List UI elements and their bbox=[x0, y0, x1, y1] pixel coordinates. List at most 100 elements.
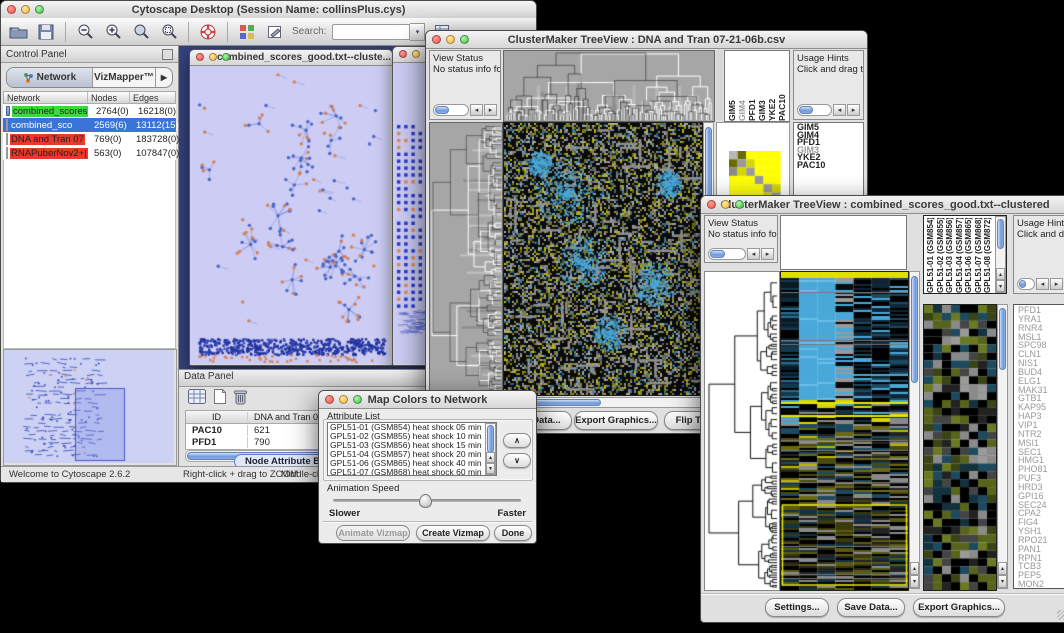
global-heatmap-canvas[interactable] bbox=[503, 122, 703, 396]
scroll-down-icon[interactable]: ▾ bbox=[910, 575, 919, 588]
column-label[interactable]: GPL51-04 (GSM857) bbox=[955, 218, 965, 293]
column-labels-scrollbar[interactable]: ▴▾ bbox=[995, 216, 1006, 293]
scroll-right-icon[interactable]: ▸ bbox=[1050, 278, 1063, 290]
scroll-right-icon[interactable]: ▸ bbox=[761, 248, 774, 260]
column-header-edges[interactable]: Edges bbox=[130, 92, 175, 103]
network-tree-row[interactable]: combined_scores 2764(0) 16218(0) bbox=[3, 104, 176, 118]
row-dendrogram-canvas[interactable] bbox=[429, 122, 503, 396]
minimize-button[interactable] bbox=[339, 395, 348, 404]
column-label[interactable]: GPL51-06 (GSM865) bbox=[964, 218, 974, 293]
move-down-button[interactable]: ∨ bbox=[503, 453, 531, 468]
zoom-heatmap-canvas[interactable] bbox=[923, 304, 997, 591]
scrollbar-thumb[interactable] bbox=[487, 425, 494, 453]
scrollbar-thumb[interactable] bbox=[710, 250, 725, 258]
scroll-left-icon[interactable]: ◂ bbox=[1036, 278, 1049, 290]
zoom-button[interactable] bbox=[353, 395, 362, 404]
float-panel-icon[interactable] bbox=[162, 49, 173, 60]
resize-grip[interactable] bbox=[1057, 610, 1064, 620]
network-tree-row[interactable]: RNAPuberNov2+| 563(0) 107847(0) bbox=[3, 146, 176, 160]
gene-label[interactable]: MON2 bbox=[1018, 580, 1064, 589]
minimize-button[interactable] bbox=[209, 53, 217, 61]
scroll-right-icon[interactable]: ▸ bbox=[484, 104, 497, 116]
done-button[interactable]: Done bbox=[494, 525, 532, 541]
scroll-up-icon[interactable]: ▴ bbox=[996, 268, 1005, 280]
column-label[interactable]: GPL51-02 (GSM855) bbox=[936, 218, 946, 293]
annotation-tool-icon[interactable] bbox=[264, 21, 286, 43]
scrollbar-thumb[interactable] bbox=[997, 219, 1004, 249]
search-dropdown-icon[interactable]: ▾ bbox=[410, 23, 425, 41]
column-header-id[interactable]: ID bbox=[186, 412, 248, 422]
minimize-button[interactable] bbox=[21, 5, 30, 14]
minimize-button[interactable] bbox=[412, 50, 420, 58]
scroll-up-icon[interactable]: ▴ bbox=[910, 562, 919, 575]
scrollbar-thumb[interactable] bbox=[999, 308, 1006, 370]
scroll-up-icon[interactable]: ▴ bbox=[486, 452, 495, 463]
zoom-selected-icon[interactable] bbox=[130, 21, 152, 43]
row-dendrogram-canvas[interactable] bbox=[704, 271, 780, 591]
create-vizmap-button[interactable]: Create Vizmap bbox=[416, 525, 490, 541]
scrollbar-thumb[interactable] bbox=[1019, 280, 1026, 288]
attribute-select-icon[interactable] bbox=[187, 388, 207, 408]
settings-button[interactable]: Settings... bbox=[765, 598, 829, 617]
export-graphics-button[interactable]: Export Graphics... bbox=[574, 411, 658, 430]
zoom-button[interactable] bbox=[735, 200, 744, 209]
global-heatmap-canvas[interactable] bbox=[780, 271, 909, 591]
scrollbar-thumb[interactable] bbox=[799, 106, 813, 114]
scrollbar-thumb[interactable] bbox=[911, 276, 918, 383]
vizmapper-grid-icon[interactable] bbox=[236, 21, 258, 43]
scroll-left-icon[interactable]: ◂ bbox=[833, 104, 846, 116]
search-input[interactable] bbox=[332, 24, 410, 40]
close-button[interactable] bbox=[432, 35, 441, 44]
column-label[interactable]: GPL51-03 (GSM856) bbox=[945, 218, 955, 293]
network-tree-row[interactable]: combined_sco 2569(6) 13112(15) bbox=[3, 118, 176, 132]
main-titlebar[interactable]: Cytoscape Desktop (Session Name: collins… bbox=[1, 1, 536, 19]
column-label[interactable]: GPL51-01 (GSM854) bbox=[926, 218, 936, 293]
scroll-left-icon[interactable]: ◂ bbox=[747, 248, 760, 260]
birdseye-canvas[interactable] bbox=[4, 350, 174, 463]
column-label[interactable]: GIM4 bbox=[737, 53, 747, 121]
column-dendrogram-area[interactable] bbox=[780, 215, 907, 270]
delete-attribute-icon[interactable] bbox=[233, 388, 248, 408]
close-button[interactable] bbox=[399, 50, 407, 58]
new-attribute-icon[interactable] bbox=[213, 388, 227, 408]
zoom-button[interactable] bbox=[35, 5, 44, 14]
column-header-network[interactable]: Network bbox=[4, 92, 88, 103]
view-status-scrollbar[interactable]: ◂ ▸ bbox=[708, 248, 774, 260]
zoom-matrix-canvas[interactable] bbox=[729, 151, 781, 201]
minimize-button[interactable] bbox=[721, 200, 730, 209]
save-data-button[interactable]: Save Data... bbox=[837, 598, 905, 617]
dialog-titlebar[interactable]: Map Colors to Network bbox=[319, 391, 536, 409]
animate-vizmap-button[interactable]: Animate Vizmap bbox=[336, 525, 410, 541]
column-label[interactable]: PFD1 bbox=[747, 53, 757, 121]
gene-label[interactable]: PAC10 bbox=[797, 162, 863, 170]
open-session-icon[interactable] bbox=[7, 21, 29, 43]
column-label[interactable]: GPL51-08 (GSM872) bbox=[983, 218, 993, 293]
export-graphics-button[interactable]: Export Graphics... bbox=[913, 598, 1005, 617]
column-label[interactable]: YKE2 bbox=[767, 53, 777, 121]
zoom-button[interactable] bbox=[460, 35, 469, 44]
scroll-right-icon[interactable]: ▸ bbox=[847, 104, 860, 116]
treeview2-titlebar[interactable]: ClusterMaker TreeView : combined_scores_… bbox=[701, 196, 1064, 214]
tab-overflow-button[interactable]: ▶ bbox=[156, 68, 172, 87]
scroll-down-icon[interactable]: ▾ bbox=[486, 463, 495, 474]
usage-hints-scrollbar[interactable]: ◂ ▸ bbox=[797, 104, 860, 116]
view-status-scrollbar[interactable]: ◂ ▸ bbox=[433, 104, 497, 116]
save-session-icon[interactable] bbox=[35, 21, 57, 43]
attribute-list-item[interactable]: GPL51-07 (GSM868) heat shock 60 min bbox=[328, 468, 496, 476]
scroll-up-icon[interactable]: ▴ bbox=[998, 562, 1007, 575]
column-header-nodes[interactable]: Nodes bbox=[88, 92, 130, 103]
attribute-list-scrollbar[interactable]: ▴▾ bbox=[485, 423, 496, 475]
help-lifesaver-icon[interactable] bbox=[197, 21, 219, 43]
column-label[interactable]: PAC10 bbox=[777, 53, 787, 121]
close-button[interactable] bbox=[7, 5, 16, 14]
column-label[interactable]: GPL51-07 (GSM868) bbox=[974, 218, 984, 293]
tab-vizmapper[interactable]: VizMapper™ bbox=[93, 68, 156, 87]
column-dendrogram-canvas[interactable] bbox=[503, 50, 715, 122]
birdseye-view[interactable] bbox=[3, 349, 177, 466]
column-label[interactable]: GIM5 bbox=[727, 53, 737, 121]
scroll-left-icon[interactable]: ◂ bbox=[470, 104, 483, 116]
usage-hints-scrollbar[interactable]: ◂ ▸ bbox=[1017, 278, 1063, 290]
scrollbar-thumb[interactable] bbox=[435, 106, 449, 114]
scroll-down-icon[interactable]: ▾ bbox=[998, 575, 1007, 588]
slider-thumb[interactable] bbox=[419, 494, 432, 508]
